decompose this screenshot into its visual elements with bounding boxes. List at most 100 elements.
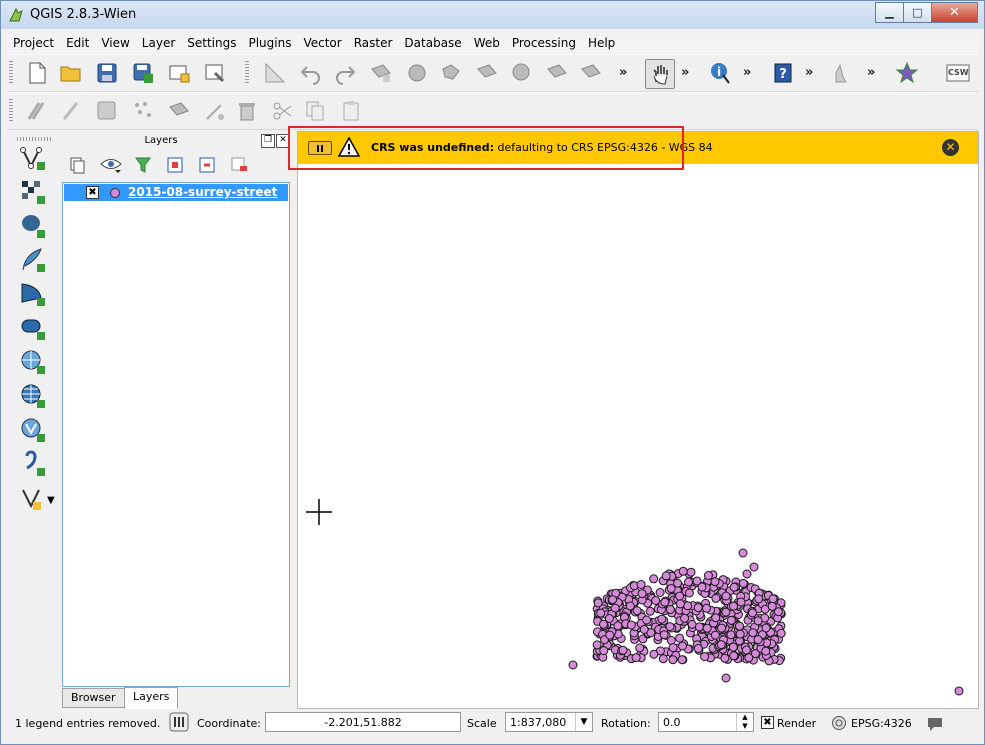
toolbar-overflow[interactable]: »: [681, 65, 689, 80]
add-mssql-layer-button[interactable]: [17, 279, 49, 309]
crs-globe-icon[interactable]: [831, 715, 847, 731]
add-polygon-button[interactable]: [367, 59, 395, 87]
scale-dropdown-icon[interactable]: ▼: [575, 713, 592, 731]
maximize-button[interactable]: □: [903, 2, 932, 23]
toolbar-overflow[interactable]: »: [867, 65, 875, 80]
manage-visibility-button[interactable]: [99, 153, 123, 177]
toolbar-overflow[interactable]: »: [619, 65, 627, 80]
toolbar-grip[interactable]: [9, 99, 13, 123]
menu-settings[interactable]: Settings: [181, 36, 242, 50]
crs-status-button[interactable]: EPSG:4326: [851, 717, 912, 730]
layers-panel-title-bar[interactable]: Layers: [61, 133, 291, 149]
add-feature-button[interactable]: [129, 97, 157, 125]
filter-legend-button[interactable]: [131, 153, 155, 177]
redo-button[interactable]: [331, 59, 359, 87]
coordinate-toggle-icon[interactable]: [169, 712, 189, 732]
paste-button[interactable]: [337, 97, 365, 125]
add-group-button[interactable]: [65, 153, 89, 177]
menu-help[interactable]: Help: [582, 36, 621, 50]
menu-view[interactable]: View: [95, 36, 135, 50]
add-wms-layer-button[interactable]: [17, 347, 49, 377]
toolbar-overflow[interactable]: »: [743, 65, 751, 80]
scale-combobox[interactable]: 1:837,080 ▼: [505, 712, 593, 732]
copy-features-button[interactable]: [543, 59, 571, 87]
add-raster-layer-button[interactable]: [17, 177, 49, 207]
layer-item[interactable]: ✖ 2015-08-surrey-street: [64, 184, 288, 201]
message-log-icon[interactable]: [925, 714, 945, 734]
move-feature-button[interactable]: [403, 59, 431, 87]
pan-map-button[interactable]: [645, 59, 675, 89]
svg-text:?: ?: [779, 67, 787, 82]
remove-layer-icon: [231, 157, 247, 171]
toolbar-grip[interactable]: [9, 61, 13, 85]
new-print-composer-button[interactable]: [165, 59, 193, 87]
copy-button[interactable]: [301, 97, 329, 125]
add-delimited-text-layer-button[interactable]: [17, 449, 49, 479]
delete-selected-button[interactable]: [473, 59, 501, 87]
point-feature: [658, 654, 668, 664]
undo-button[interactable]: [297, 59, 325, 87]
add-oracle-layer-button[interactable]: [17, 313, 49, 343]
manage-layers-toolbar: ▼: [11, 135, 57, 705]
add-spatialite-layer-button[interactable]: [17, 245, 49, 275]
metasearch-csw-button[interactable]: CSW: [944, 59, 972, 87]
menu-vector[interactable]: Vector: [297, 36, 347, 50]
close-button[interactable]: ✕: [931, 2, 978, 23]
node-tool2-button[interactable]: [201, 97, 229, 125]
layer-visibility-checkbox[interactable]: ✖: [86, 186, 99, 199]
layer-name[interactable]: 2015-08-surrey-street: [128, 185, 277, 199]
identify-features-button[interactable]: i: [707, 59, 735, 87]
toolbar-grip[interactable]: [245, 61, 249, 85]
tab-layers[interactable]: Layers: [124, 687, 179, 709]
save-edits-button[interactable]: [93, 97, 121, 125]
paste-features-button[interactable]: [577, 59, 605, 87]
tab-browser[interactable]: Browser: [62, 688, 125, 708]
new-project-button[interactable]: [23, 59, 51, 87]
remove-layer-button[interactable]: [227, 153, 251, 177]
menu-processing[interactable]: Processing: [506, 36, 582, 50]
menu-layer[interactable]: Layer: [136, 36, 181, 50]
new-layer-dropdown-icon[interactable]: ▼: [47, 495, 55, 506]
menu-project[interactable]: Project: [7, 36, 60, 50]
delete-button[interactable]: [233, 97, 261, 125]
minimize-button[interactable]: ▁: [875, 2, 904, 23]
point-feature: [776, 628, 786, 638]
rotation-stepper-icon[interactable]: ▲ ▼: [736, 713, 753, 731]
move-feature2-button[interactable]: [165, 97, 193, 125]
panel-tabs: Browser Layers: [61, 687, 291, 709]
menu-edit[interactable]: Edit: [60, 36, 95, 50]
toggle-editing-button[interactable]: [261, 59, 289, 87]
title-bar[interactable]: QGIS 2.8.3-Wien ▁ □ ✕: [1, 1, 984, 29]
toolbar-overflow[interactable]: »: [805, 65, 813, 80]
current-edits-button[interactable]: [23, 97, 51, 125]
layers-tree[interactable]: ✖ 2015-08-surrey-street: [62, 182, 290, 687]
rotation-spinbox[interactable]: 0.0 ▲ ▼: [658, 712, 754, 732]
menu-plugins[interactable]: Plugins: [242, 36, 297, 50]
cut-button[interactable]: [269, 97, 297, 125]
menu-raster[interactable]: Raster: [348, 36, 399, 50]
coordinate-field[interactable]: -2.201,51.882: [265, 712, 461, 732]
help-contents-button[interactable]: ?: [769, 59, 797, 87]
add-wcs-layer-button[interactable]: [17, 381, 49, 411]
add-wfs-layer-button[interactable]: [17, 415, 49, 445]
cut-features-button[interactable]: [507, 59, 535, 87]
toggle-edit-button[interactable]: [57, 97, 85, 125]
node-tool-button[interactable]: [437, 59, 465, 87]
add-vector-layer-button[interactable]: [17, 143, 49, 173]
save-project-button[interactable]: [93, 59, 121, 87]
profile-tool-button[interactable]: [831, 59, 859, 87]
open-project-button[interactable]: [57, 59, 85, 87]
menu-web[interactable]: Web: [468, 36, 506, 50]
render-checkbox[interactable]: ✖: [761, 716, 774, 729]
save-as-button[interactable]: [129, 59, 157, 87]
plugin-button[interactable]: [893, 59, 921, 87]
float-panel-button[interactable]: ❐: [261, 134, 275, 148]
collapse-all-button[interactable]: [195, 153, 219, 177]
menu-database[interactable]: Database: [398, 36, 467, 50]
new-shapefile-layer-button[interactable]: [17, 483, 49, 513]
add-postgis-layer-button[interactable]: [17, 211, 49, 241]
composer-manager-button[interactable]: [201, 59, 229, 87]
toolbar-grip[interactable]: [17, 137, 53, 141]
expand-all-button[interactable]: [163, 153, 187, 177]
point-feature: [703, 571, 713, 580]
